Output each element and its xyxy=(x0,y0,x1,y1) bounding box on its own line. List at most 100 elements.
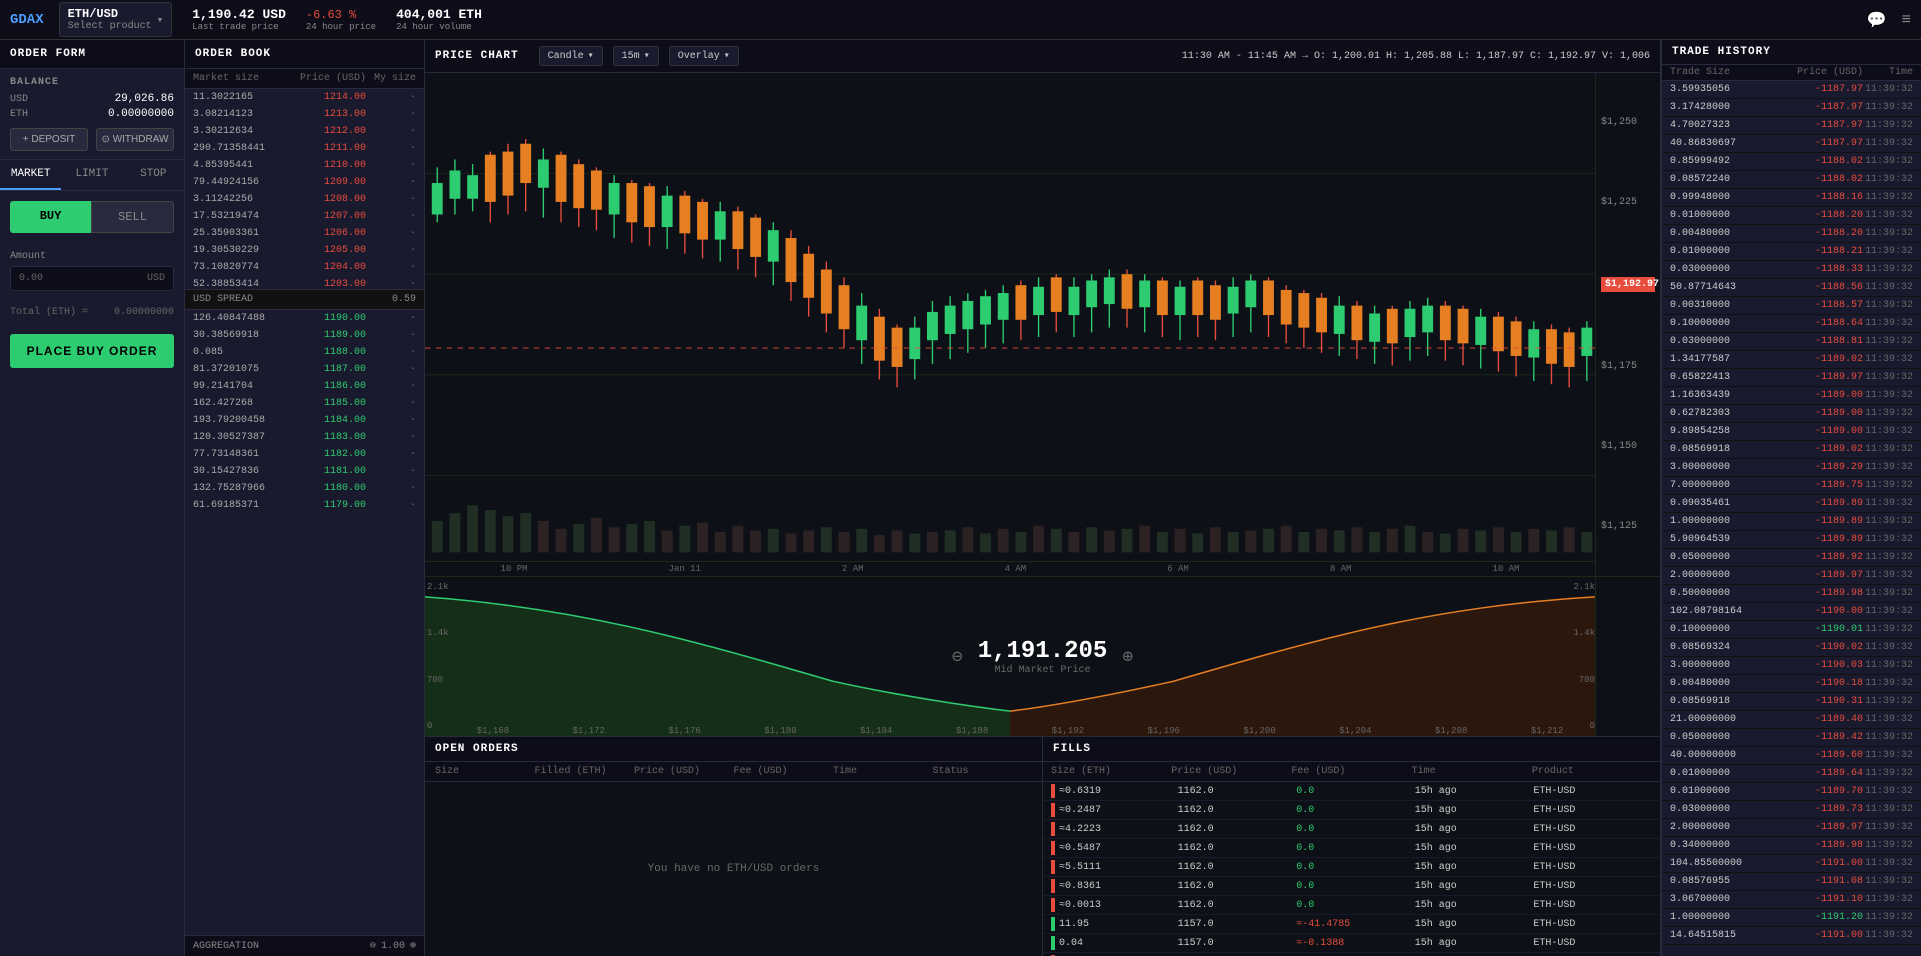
th-row[interactable]: 0.62782303-1189.0011:39:32 xyxy=(1662,405,1921,423)
th-row[interactable]: 0.10000000-1188.6411:39:32 xyxy=(1662,315,1921,333)
ob-bid-row[interactable]: 77.731483611182.00- xyxy=(185,446,424,463)
ob-bid-row[interactable]: 30.154278361181.00- xyxy=(185,463,424,480)
th-row[interactable]: 14.64515815-1191.0011:39:32 xyxy=(1662,927,1921,945)
tab-limit[interactable]: LIMIT xyxy=(61,160,122,190)
th-row[interactable]: 0.34000000-1189.9811:39:32 xyxy=(1662,837,1921,855)
th-row[interactable]: 0.99948000-1188.1611:39:32 xyxy=(1662,189,1921,207)
ob-ask-row[interactable]: 79.449241561209.00- xyxy=(185,174,424,191)
ob-bid-row[interactable]: 132.752879661180.00- xyxy=(185,480,424,497)
th-row[interactable]: 7.00000000-1189.7511:39:32 xyxy=(1662,477,1921,495)
deposit-button[interactable]: + DEPOSIT xyxy=(10,128,88,151)
ob-ask-row[interactable]: 19.305302291205.00- xyxy=(185,242,424,259)
zoom-out-icon[interactable]: ⊖ xyxy=(952,646,963,668)
th-row[interactable]: 40.86830697-1187.9711:39:32 xyxy=(1662,135,1921,153)
th-row[interactable]: 0.01000000-1189.6411:39:32 xyxy=(1662,765,1921,783)
ob-ask-row[interactable]: 52.388534141203.00- xyxy=(185,276,424,289)
ob-bid-row[interactable]: 0.0851188.00- xyxy=(185,344,424,361)
th-row[interactable]: 102.08798164-1190.0011:39:32 xyxy=(1662,603,1921,621)
aggregation-minus-icon[interactable]: ⊖ xyxy=(370,940,376,952)
overlay-dropdown[interactable]: Overlay ▾ xyxy=(669,46,739,66)
th-row[interactable]: 21.00000000-1189.4011:39:32 xyxy=(1662,711,1921,729)
aggregation-plus-icon[interactable]: ⊕ xyxy=(410,940,416,952)
th-row[interactable]: 0.03000000-1188.8111:39:32 xyxy=(1662,333,1921,351)
ob-ask-row[interactable]: 3.082141231213.00- xyxy=(185,106,424,123)
tab-market[interactable]: MARKET xyxy=(0,160,61,190)
th-row[interactable]: 1.34177587-1189.0211:39:32 xyxy=(1662,351,1921,369)
th-row[interactable]: 0.08572240-1188.0211:39:32 xyxy=(1662,171,1921,189)
zoom-in-icon[interactable]: ⊕ xyxy=(1122,646,1133,668)
ob-ask-row[interactable]: 3.112422561208.00- xyxy=(185,191,424,208)
th-row[interactable]: 0.03000000-1189.7311:39:32 xyxy=(1662,801,1921,819)
th-row[interactable]: 0.05000000-1189.4211:39:32 xyxy=(1662,729,1921,747)
menu-icon[interactable]: ≡ xyxy=(1901,11,1911,29)
th-row[interactable]: 0.08576955-1191.0811:39:32 xyxy=(1662,873,1921,891)
tab-stop[interactable]: STOP xyxy=(123,160,184,190)
th-row[interactable]: 0.08569918-1190.3111:39:32 xyxy=(1662,693,1921,711)
th-row[interactable]: 3.00000000-1190.0311:39:32 xyxy=(1662,657,1921,675)
th-row[interactable]: 0.00480000-1190.1811:39:32 xyxy=(1662,675,1921,693)
sell-tab[interactable]: SELL xyxy=(91,201,174,233)
fills-row[interactable]: ≈4.22231162.00.015h agoETH-USD xyxy=(1043,820,1660,839)
th-row[interactable]: 40.00000000-1189.6011:39:32 xyxy=(1662,747,1921,765)
fills-row[interactable]: ≈0.24871162.00.015h agoETH-USD xyxy=(1043,801,1660,820)
th-row[interactable]: 0.10000000-1190.0111:39:32 xyxy=(1662,621,1921,639)
th-row[interactable]: 0.09035461-1189.8911:39:32 xyxy=(1662,495,1921,513)
ob-ask-row[interactable]: 290.713584411211.00- xyxy=(185,140,424,157)
ob-bid-row[interactable]: 193.792004581184.00- xyxy=(185,412,424,429)
ob-bid-row[interactable]: 126.408474881190.00- xyxy=(185,310,424,327)
th-row[interactable]: 0.05000000-1189.9211:39:32 xyxy=(1662,549,1921,567)
place-buy-order-button[interactable]: PLACE BUY ORDER xyxy=(10,334,174,368)
th-row[interactable]: 2.00000000-1189.9711:39:32 xyxy=(1662,567,1921,585)
ob-bid-row[interactable]: 162.4272681185.00- xyxy=(185,395,424,412)
buy-tab[interactable]: BUY xyxy=(10,201,91,233)
th-row[interactable]: 0.00480000-1188.2011:39:32 xyxy=(1662,225,1921,243)
th-row[interactable]: 3.00000000-1189.2911:39:32 xyxy=(1662,459,1921,477)
th-row[interactable]: 0.08569918-1189.0211:39:32 xyxy=(1662,441,1921,459)
th-row[interactable]: 4.70027323-1187.9711:39:32 xyxy=(1662,117,1921,135)
ob-ask-row[interactable]: 17.532194741207.00- xyxy=(185,208,424,225)
fills-row[interactable]: ≈5.51111162.00.015h agoETH-USD xyxy=(1043,858,1660,877)
ob-bid-row[interactable]: 61.691853711179.00- xyxy=(185,497,424,510)
candle-dropdown[interactable]: Candle ▾ xyxy=(539,46,603,66)
ob-ask-row[interactable]: 3.302126341212.00- xyxy=(185,123,424,140)
th-row[interactable]: 0.00310000-1188.5711:39:32 xyxy=(1662,297,1921,315)
amount-input-display[interactable]: 0.00 USD xyxy=(10,266,174,291)
ob-bid-row[interactable]: 99.21417041186.00- xyxy=(185,378,424,395)
th-row[interactable]: 0.85999492-1188.0211:39:32 xyxy=(1662,153,1921,171)
withdraw-button[interactable]: ⊙ WITHDRAW xyxy=(96,128,174,151)
th-row[interactable]: 1.16363439-1189.0011:39:32 xyxy=(1662,387,1921,405)
th-row[interactable]: 0.03000000-1188.3311:39:32 xyxy=(1662,261,1921,279)
fills-row[interactable]: ≈0.83611162.00.015h agoETH-USD xyxy=(1043,877,1660,896)
th-row[interactable]: 1.00000000-1189.8911:39:32 xyxy=(1662,513,1921,531)
th-row[interactable]: 0.01000000-1188.2011:39:32 xyxy=(1662,207,1921,225)
th-row[interactable]: 3.59935056-1187.9711:39:32 xyxy=(1662,81,1921,99)
ob-bid-row[interactable]: 81.372010751187.00- xyxy=(185,361,424,378)
ob-ask-row[interactable]: 25.359033611206.00- xyxy=(185,225,424,242)
fills-row[interactable]: ≈0.00131162.00.015h agoETH-USD xyxy=(1043,896,1660,915)
chat-icon[interactable]: 💬 xyxy=(1866,10,1886,30)
th-row[interactable]: 1.00000000-1191.2011:39:32 xyxy=(1662,909,1921,927)
timeframe-dropdown[interactable]: 15m ▾ xyxy=(613,46,659,66)
fills-row[interactable]: 0.041157.0≈-0.138815h agoETH-USD xyxy=(1043,934,1660,953)
fills-row[interactable]: ≈0.63191162.00.015h agoETH-USD xyxy=(1043,782,1660,801)
th-row[interactable]: 104.85500000-1191.0011:39:32 xyxy=(1662,855,1921,873)
th-row[interactable]: 3.17428000-1187.9711:39:32 xyxy=(1662,99,1921,117)
fills-row[interactable]: ≈0.54871162.00.015h agoETH-USD xyxy=(1043,839,1660,858)
th-row[interactable]: 2.00000000-1189.9711:39:32 xyxy=(1662,819,1921,837)
th-row[interactable]: 50.87714643-1188.5611:39:32 xyxy=(1662,279,1921,297)
th-row[interactable]: 0.65822413-1189.9711:39:32 xyxy=(1662,369,1921,387)
ob-bid-row[interactable]: 30.385699181189.00- xyxy=(185,327,424,344)
ob-ask-row[interactable]: 4.853954411210.00- xyxy=(185,157,424,174)
ob-ask-row[interactable]: 11.30221651214.00- xyxy=(185,89,424,106)
th-row[interactable]: 5.90964539-1189.8911:39:32 xyxy=(1662,531,1921,549)
th-row[interactable]: 9.89854258-1189.0011:39:32 xyxy=(1662,423,1921,441)
th-row[interactable]: 0.01000000-1188.2111:39:32 xyxy=(1662,243,1921,261)
fills-row[interactable]: 11.951157.0≈-41.478515h agoETH-USD xyxy=(1043,915,1660,934)
pair-selector[interactable]: ETH/USD Select product ▾ xyxy=(59,2,173,37)
th-row[interactable]: 0.50000000-1189.9811:39:32 xyxy=(1662,585,1921,603)
ob-bid-row[interactable]: 120.305273871183.00- xyxy=(185,429,424,446)
th-row[interactable]: 0.01000000-1189.7011:39:32 xyxy=(1662,783,1921,801)
th-row[interactable]: 3.06700000-1191.1011:39:32 xyxy=(1662,891,1921,909)
ob-ask-row[interactable]: 73.108207741204.00- xyxy=(185,259,424,276)
th-row[interactable]: 0.08569324-1190.0211:39:32 xyxy=(1662,639,1921,657)
